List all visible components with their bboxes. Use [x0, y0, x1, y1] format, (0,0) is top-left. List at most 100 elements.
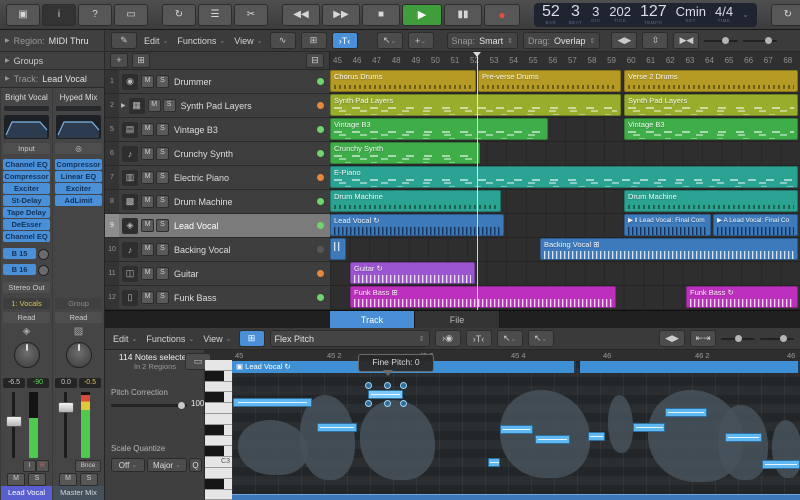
flex-pitch-editor[interactable]: 4545 245 345 44646 246 3▣ Lead Vocal ↻Fi… [232, 350, 800, 500]
track-inspector-header[interactable]: ▶ Track: Lead Vocal [0, 70, 105, 88]
record-ready-button[interactable]: R [36, 460, 49, 472]
quantize-button[interactable]: Q [189, 458, 202, 472]
play-button[interactable]: ▶ [402, 3, 442, 26]
region[interactable]: Vintage B3 [330, 118, 548, 140]
cycle-button[interactable]: ↻ [770, 3, 800, 26]
lcd-cell-tempo[interactable]: 127 TEMPO [640, 3, 667, 26]
region[interactable]: Backing Vocal ⊞ [540, 238, 798, 260]
lcd-cell-bar[interactable]: 52 BAR [542, 3, 560, 26]
black-key[interactable] [205, 424, 232, 436]
input-gain-button[interactable]: ◎ [55, 143, 102, 154]
flex-pitch-icon[interactable]: ›T‹ [331, 32, 358, 49]
track-row[interactable]: 11 ◫ M S Guitar [105, 262, 330, 286]
solo-button[interactable]: S [156, 195, 169, 208]
group-button[interactable]: 1: Vocals [3, 298, 50, 309]
add-track-button[interactable]: + [110, 53, 128, 68]
toolbar-toggle-icon[interactable]: ▭ [114, 3, 148, 26]
plugin-slot[interactable]: Channel EQ [3, 159, 50, 170]
drag-select[interactable]: Drag: Overlap ⇕ [522, 32, 601, 49]
forward-button[interactable]: ▶▶ [322, 3, 360, 26]
track-row[interactable]: 8 ▩ M S Drum Machine [105, 190, 330, 214]
region[interactable]: Synth Pad Layers [624, 94, 798, 116]
flex-pitch-note[interactable] [535, 435, 570, 444]
plugin-slot[interactable]: DeEsser [3, 219, 50, 230]
record-enable-dot[interactable] [317, 126, 324, 133]
flex-pitch-note[interactable] [725, 433, 762, 442]
smart-controls-icon[interactable]: ↻ [162, 3, 196, 26]
record-enable-dot[interactable] [317, 222, 324, 229]
plugin-slot[interactable]: Linear EQ [55, 171, 102, 182]
peak-value[interactable]: -90 [27, 378, 49, 388]
catch-icon[interactable]: ›T‹ [465, 330, 492, 347]
record-enable-dot[interactable] [317, 78, 324, 85]
editor-pointer-tool[interactable]: ↖ ⌄ [496, 330, 523, 347]
mute-button[interactable]: M [141, 291, 154, 304]
black-key[interactable] [205, 446, 232, 458]
playhead[interactable] [473, 52, 481, 310]
view-menu[interactable]: View ⌄ [232, 36, 264, 46]
secondary-tool-select[interactable]: + ⌄ [407, 32, 434, 49]
flex-pitch-note[interactable] [233, 398, 312, 407]
black-key[interactable] [205, 370, 232, 382]
lcd-cell-div[interactable]: 3 DIV [591, 5, 600, 24]
tab-track[interactable]: Track [330, 311, 415, 329]
note-handle[interactable] [365, 400, 372, 407]
record-enable-dot[interactable] [317, 102, 324, 109]
region[interactable]: E-Piano [330, 166, 798, 188]
region[interactable]: Pre-verse Drums [478, 70, 621, 92]
pointer-tool-select[interactable]: ↖ ⌄ [376, 32, 403, 49]
region[interactable]: Chorus Drums [330, 70, 476, 92]
solo-button[interactable]: S [162, 99, 176, 112]
region[interactable]: Verse 2 Drums [624, 70, 798, 92]
region[interactable]: Synth Pad Layers [330, 94, 621, 116]
black-key[interactable] [205, 392, 232, 404]
flex-pitch-note[interactable] [488, 458, 500, 467]
record-enable-dot[interactable] [317, 150, 324, 157]
bounce-button[interactable]: Bnce [75, 460, 101, 472]
lcd-cell-time[interactable]: 4/4 TIME [715, 5, 733, 24]
plugin-slot[interactable]: Exciter [55, 183, 102, 194]
region[interactable]: ▶ ‖ Lead Vocal: Final Com [624, 214, 711, 236]
white-key[interactable]: C3 [205, 457, 232, 468]
track-row[interactable]: 9 ◈ M S Lead Vocal [105, 214, 330, 238]
record-button[interactable]: ● [484, 3, 520, 26]
plugin-slot[interactable]: Exciter [3, 183, 50, 194]
pause-button[interactable]: ▮▮ [444, 3, 482, 26]
plugin-slot[interactable]: Compressor [55, 159, 102, 170]
solo-button[interactable]: S [156, 219, 169, 232]
editor-region-header[interactable] [580, 361, 800, 373]
flex-pitch-note[interactable] [762, 460, 800, 469]
lcd-cell-beat[interactable]: 3 BEAT [569, 3, 582, 26]
editor-secondary-tool[interactable]: ↖ ⌄ [527, 330, 554, 347]
fader-cap[interactable] [6, 416, 22, 427]
record-enable-dot[interactable] [317, 270, 324, 277]
mute-button[interactable]: M [141, 75, 154, 88]
region[interactable]: ▶ A Lead Vocal: Final Co [713, 214, 798, 236]
note-handle[interactable] [383, 400, 391, 407]
collapse-icon[interactable]: ▶◀ [673, 32, 700, 49]
mute-button[interactable]: M [141, 243, 154, 256]
flex-icon[interactable]: ⊞ [300, 32, 327, 49]
editor-catch-playhead-icon[interactable]: ◀▶ [659, 330, 685, 347]
automation-icon[interactable]: ∿ [269, 32, 296, 49]
note-handle[interactable] [400, 400, 407, 407]
track-row[interactable]: 1 ◉ M S Drummer [105, 70, 330, 94]
disclosure-icon[interactable]: ▶ [121, 102, 126, 109]
groups-header[interactable]: ▶ Groups [0, 52, 105, 70]
region[interactable]: Funk Bass ⊞ [350, 286, 616, 308]
hide-tracks-button[interactable]: ⊟ [306, 53, 324, 68]
flex-pitch-note[interactable] [500, 425, 533, 434]
lcd-cell-tick[interactable]: 202 TICK [609, 5, 631, 24]
mute-button[interactable]: M [141, 171, 154, 184]
track-row[interactable]: 7 ▥ M S Electric Piano [105, 166, 330, 190]
solo-button[interactable]: S [156, 123, 169, 136]
eq-thumbnail[interactable] [4, 115, 49, 139]
vertical-autozoom-icon[interactable]: ⇳ [642, 32, 669, 49]
library-icon[interactable]: ▣ [6, 3, 40, 26]
edit-menu[interactable]: Edit ⌄ [142, 36, 170, 46]
inspector-icon[interactable]: i [42, 3, 76, 26]
group-button[interactable]: Group [55, 298, 102, 309]
send-slot[interactable]: B 15 [3, 248, 36, 259]
input-monitor-button[interactable]: I [23, 460, 36, 472]
region-inspector-header[interactable]: ▶ Region: MIDI Thru [0, 30, 105, 52]
